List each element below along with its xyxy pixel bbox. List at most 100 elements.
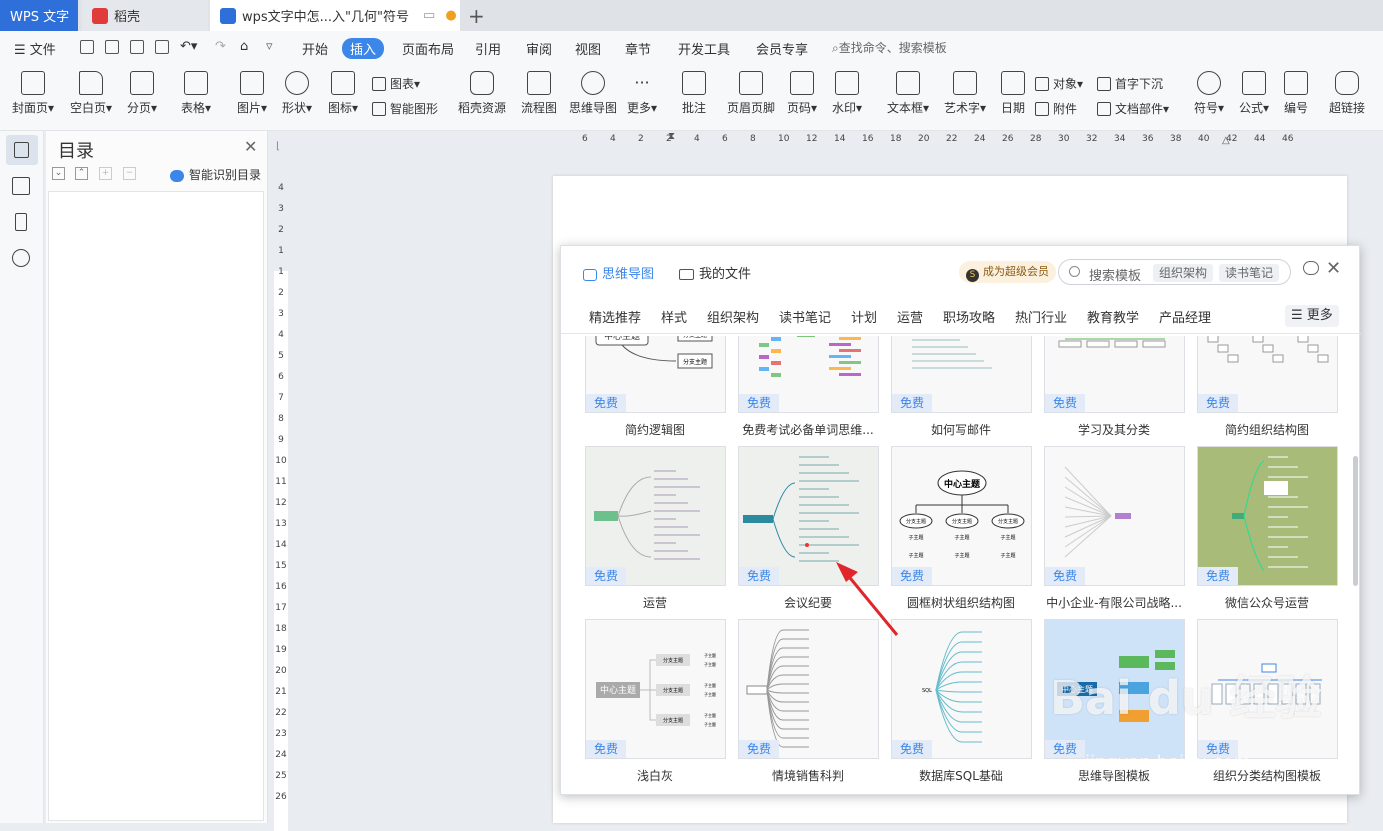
outline-icon[interactable] [12,177,30,195]
add-level-icon[interactable]: + [99,167,112,180]
search-chip[interactable]: 读书笔记 [1219,264,1280,282]
template-card[interactable]: 中心主题 分支主题 分支主题 免费 [585,336,726,413]
shape-button[interactable]: 形状▾ [282,71,312,116]
category-tab[interactable]: 计划 [851,307,877,326]
print-icon[interactable] [130,40,144,54]
tab-wps-writer[interactable]: WPS 文字 [0,0,78,31]
header-footer-button[interactable]: 页眉页脚 [727,71,775,116]
label: 空白页 [70,101,107,115]
become-vip-button[interactable]: S 成为超级会员 [959,261,1056,283]
mindmap-tab[interactable]: 思维导图 [583,263,654,282]
find-icon[interactable] [12,249,30,267]
search-chip[interactable]: 组织架构 [1153,264,1214,282]
tab-page-layout[interactable]: 页面布局 [394,38,462,59]
date-button[interactable]: 日期 [1001,71,1025,116]
tab-document[interactable]: wps文字中怎...入"几何"符号 ▭ ● [210,0,460,31]
scrollbar[interactable] [1353,456,1358,586]
undo-icon[interactable]: ↶▾ [180,39,197,54]
template-search-input[interactable]: 搜索模板 组织架构 读书笔记 [1058,259,1291,285]
remove-level-icon[interactable]: − [123,167,136,180]
more-button[interactable]: ··· 更多▾ [627,71,657,116]
save-icon[interactable] [80,40,94,54]
toc-nav-button[interactable] [6,135,38,165]
category-tab[interactable]: 读书笔记 [779,307,831,326]
hyperlink-button[interactable]: 超链接 [1329,71,1365,116]
category-tab[interactable]: 产品经理 [1159,307,1211,326]
attachment-button[interactable]: 附件 [1035,100,1077,117]
file-menu[interactable]: ☰ 文件 [14,39,56,58]
template-card[interactable]: 中心主题 分支主题 子主题 子主题 分支主题 子主题 子主题 分支主题 子主题 子主题 免费 [891,446,1032,586]
close-icon[interactable]: ✕ [1326,258,1341,279]
command-search[interactable]: ⌕查找命令、搜索模板 [832,39,947,56]
ruler-tick: 2 [638,134,644,144]
category-tab[interactable]: 组织架构 [707,307,759,326]
collapse-icon[interactable]: ⌄ [52,167,65,180]
template-card[interactable]: SQL 免费 [891,619,1032,759]
tab-review[interactable]: 审阅 [518,38,560,59]
wordart-button[interactable]: 艺术字▾ [944,71,986,116]
template-card[interactable]: 免费 [1197,336,1338,413]
object-button[interactable]: 对象 ▾ [1035,75,1083,92]
smart-toc-button[interactable]: 智能识别目录 [170,166,261,183]
blank-page-button[interactable]: 空白页▾ [70,71,112,116]
template-card[interactable]: 免费 [738,619,879,759]
template-card[interactable]: 免费 [891,336,1032,413]
tab-developer[interactable]: 开发工具 [670,38,738,59]
feedback-icon[interactable] [1303,261,1319,275]
bookmark-icon[interactable] [15,213,27,231]
drop-cap-button[interactable]: 首字下沉 [1097,75,1163,92]
page-break-button[interactable]: 分页▾ [127,71,157,116]
tab-daoke[interactable]: 稻壳 [82,0,208,31]
flowchart-button[interactable]: 流程图 [521,71,557,116]
category-tab[interactable]: 热门行业 [1015,307,1067,326]
template-card[interactable]: 免费 [1197,446,1338,586]
expand-icon[interactable]: ⌃ [75,167,88,180]
my-files-tab[interactable]: 我的文件 [679,263,751,282]
document-parts-button[interactable]: 文档部件 ▾ [1097,100,1169,117]
category-tab[interactable]: 教育教学 [1087,307,1139,326]
close-icon[interactable]: ✕ [244,137,257,156]
textbox-button[interactable]: 文本框▾ [887,71,929,116]
redo-icon[interactable]: ↷ [215,39,226,54]
template-card[interactable]: 免费 [1044,446,1185,586]
symbol-button[interactable]: 符号▾ [1194,71,1224,116]
table-button[interactable]: 表格▾ [181,71,211,116]
tab-references[interactable]: 引用 [467,38,509,59]
page-number-button[interactable]: 页码▾ [787,71,817,116]
chart-button[interactable]: 图表 ▾ [372,75,420,92]
template-card[interactable]: 免费 [1044,336,1185,413]
template-card[interactable]: 中心主题 分支主题 子主题 子主题 分支主题 子主题 子主题 分支主题 子主题 子主题 免费 [585,619,726,759]
tab-view[interactable]: 视图 [567,38,609,59]
category-tab[interactable]: 职场攻略 [943,307,995,326]
formula-button[interactable]: 公式▾ [1239,71,1269,116]
indent-marker-icon[interactable]: ⧗ [668,131,675,142]
daoke-resources-button[interactable]: 稻壳资源 [458,71,506,116]
more-categories-button[interactable]: ☰ 更多 [1285,305,1339,327]
export-icon[interactable] [105,40,119,54]
mindmap-button[interactable]: 思维导图 [569,71,617,116]
template-card[interactable]: 免费 [738,446,879,586]
preview-icon[interactable] [155,40,169,54]
numbering-button[interactable]: 编号 [1284,71,1308,116]
tab-member[interactable]: 会员专享 [748,38,816,59]
add-tab-button[interactable]: + [468,4,485,28]
template-card[interactable]: 免费 [738,336,879,413]
quick-access-dropdown-icon[interactable]: ▿ [266,39,273,54]
template-card[interactable]: 免费 [585,446,726,586]
picture-button[interactable]: 图片▾ [237,71,267,116]
category-tab[interactable]: 运营 [897,307,923,326]
smart-graphic-button[interactable]: 智能图形 [372,100,438,117]
tab-section[interactable]: 章节 [617,38,659,59]
picture-icon [240,71,265,95]
category-tab[interactable]: 样式 [661,307,687,326]
icon-button[interactable]: 图标▾ [328,71,358,116]
tab-start[interactable]: 开始 [294,38,336,59]
watermark-button[interactable]: 水印▾ [832,71,862,116]
tab-insert[interactable]: 插入 [342,38,385,59]
cover-page-button[interactable]: 封面页▾ [12,71,54,116]
format-painter-icon[interactable]: ⌂ [240,39,248,54]
category-tab[interactable]: 精选推荐 [589,307,641,326]
right-indent-marker-icon[interactable]: △ [1222,135,1230,146]
comment-button[interactable]: 批注 [682,71,706,116]
shape-icon [285,71,310,95]
